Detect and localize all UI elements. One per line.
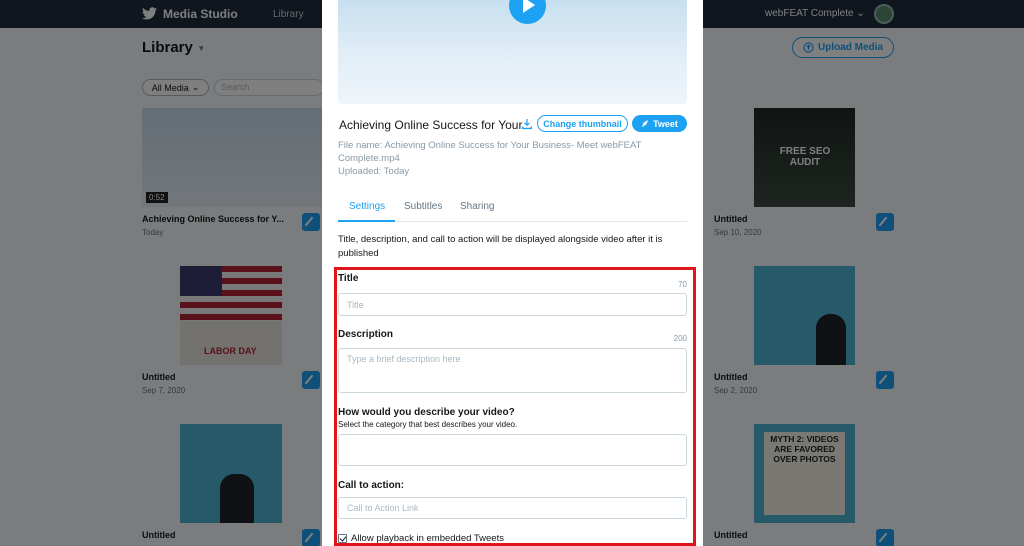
- uploaded-date: Uploaded: Today: [338, 166, 410, 177]
- description-label: Description: [338, 329, 394, 340]
- allow-playback-checkbox[interactable]: [338, 534, 347, 543]
- file-name-line2: Complete.mp4: [338, 153, 400, 164]
- tab-settings[interactable]: Settings: [349, 201, 385, 212]
- allow-playback-label: Allow playback in embedded Tweets: [351, 533, 504, 544]
- title-label: Title: [338, 273, 359, 284]
- video-preview[interactable]: [338, 0, 687, 104]
- description-textarea[interactable]: [338, 348, 687, 393]
- file-name-line1: File name: Achieving Online Success for …: [338, 140, 642, 151]
- title-input[interactable]: [338, 293, 687, 316]
- settings-help-text: Title, description, and call to action w…: [338, 234, 663, 259]
- video-title: Achieving Online Success for Your...: [339, 118, 532, 132]
- download-icon[interactable]: [521, 118, 533, 130]
- modal-tabs: Settings Subtitles Sharing: [338, 194, 687, 222]
- change-thumbnail-button[interactable]: Change thumbnail: [537, 115, 628, 132]
- title-char-counter: 70: [678, 280, 687, 289]
- tweet-label: Tweet: [653, 118, 678, 129]
- tab-sharing[interactable]: Sharing: [460, 201, 494, 212]
- category-select[interactable]: [338, 434, 687, 466]
- cta-label: Call to action:: [338, 480, 405, 491]
- allow-playback-row[interactable]: Allow playback in embedded Tweets: [338, 533, 504, 544]
- video-details-modal: Achieving Online Success for Your... Cha…: [322, 0, 703, 546]
- tab-subtitles[interactable]: Subtitles: [404, 201, 442, 212]
- compose-icon: [641, 119, 649, 128]
- play-icon[interactable]: [509, 0, 546, 24]
- cta-link-input[interactable]: [338, 497, 687, 519]
- category-sublabel: Select the category that best describes …: [338, 420, 518, 429]
- category-label: How would you describe your video?: [338, 407, 515, 418]
- file-metadata: File name: Achieving Online Success for …: [338, 139, 642, 178]
- description-char-counter: 200: [673, 334, 687, 343]
- tweet-button[interactable]: Tweet: [632, 115, 687, 132]
- active-tab-indicator: [338, 220, 395, 222]
